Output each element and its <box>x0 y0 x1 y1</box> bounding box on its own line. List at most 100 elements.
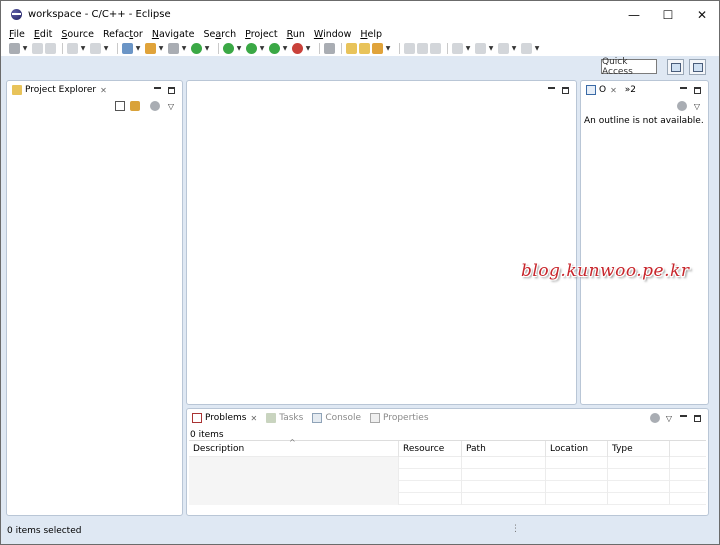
run-icon[interactable] <box>246 43 257 54</box>
menu-window-label: indow <box>323 29 352 40</box>
pen-icon[interactable] <box>372 43 383 54</box>
forward-dropdown-icon[interactable]: ▼ <box>534 43 540 54</box>
run-dropdown-icon[interactable]: ▼ <box>259 43 265 54</box>
forward-icon[interactable] <box>521 43 532 54</box>
external-tools-dropdown-icon[interactable]: ▼ <box>305 43 311 54</box>
filters-button[interactable] <box>648 412 662 424</box>
close-button[interactable]: ✕ <box>685 1 719 28</box>
back-icon[interactable] <box>498 43 509 54</box>
menu-file[interactable]: File <box>9 29 25 40</box>
maximize-icon <box>167 86 175 94</box>
menu-refactor[interactable]: Refactor <box>103 29 143 40</box>
new-project-dropdown-icon[interactable]: ▼ <box>135 43 141 54</box>
menu-project[interactable]: Project <box>245 29 278 40</box>
link-with-editor-icon[interactable] <box>130 101 140 111</box>
open-perspective-button[interactable] <box>667 59 684 75</box>
minimize-button[interactable]: — <box>617 1 651 28</box>
save-icon[interactable] <box>32 43 43 54</box>
run-config-icon[interactable] <box>269 43 280 54</box>
maximize-button[interactable]: ☐ <box>651 1 685 28</box>
column-resource[interactable]: Resource <box>399 441 462 457</box>
menu-source-label: ource <box>67 29 94 40</box>
tab-project-explorer[interactable]: Project Explorer ✕ <box>7 81 111 99</box>
minimize-pane-button[interactable] <box>676 412 690 424</box>
hammer-dropdown-icon[interactable]: ▼ <box>103 43 109 54</box>
view-menu-button[interactable]: ▽ <box>662 412 676 424</box>
menu-search[interactable]: Search <box>203 29 236 40</box>
filters-icon[interactable] <box>677 101 687 111</box>
new-folder-dropdown-icon[interactable]: ▼ <box>158 43 164 54</box>
column-type[interactable]: Type <box>608 441 670 457</box>
tab-properties[interactable]: Properties <box>365 409 432 427</box>
bottom-panel-header: Problems ✕ Tasks Console Properties ▽ <box>187 409 708 427</box>
toolbar-separator <box>399 43 400 54</box>
menu-edit[interactable]: Edit <box>34 29 52 40</box>
status-bar: 0 items selected ⋮ <box>1 517 719 544</box>
collapse-all-icon[interactable] <box>115 101 125 111</box>
column-location[interactable]: Location <box>546 441 608 457</box>
tab-overflow[interactable]: »2 <box>621 81 640 99</box>
prev-annotation-icon[interactable] <box>475 43 486 54</box>
properties-label: Properties <box>383 413 429 423</box>
refresh-dropdown-icon[interactable]: ▼ <box>204 43 210 54</box>
view-menu-icon[interactable]: ▽ <box>692 101 702 111</box>
view-menu-icon[interactable]: ▽ <box>166 101 176 111</box>
project-explorer-controls <box>150 84 178 96</box>
show-whitespace-icon[interactable] <box>417 43 428 54</box>
menu-window[interactable]: Window <box>314 29 351 40</box>
new-class-dropdown-icon[interactable]: ▼ <box>181 43 187 54</box>
back-dropdown-icon[interactable]: ▼ <box>511 43 517 54</box>
new-file-icon[interactable] <box>9 43 20 54</box>
open-element-icon[interactable] <box>359 43 370 54</box>
menu-bar: File Edit Source Refactor Navigate Searc… <box>1 28 719 41</box>
column-description[interactable]: ^ Description <box>189 438 399 457</box>
minimize-pane-button[interactable] <box>150 84 164 96</box>
new-folder-icon[interactable] <box>145 43 156 54</box>
minimize-editor-button[interactable] <box>544 84 558 96</box>
debug-dropdown-icon[interactable]: ▼ <box>236 43 242 54</box>
hammer-build-icon[interactable] <box>90 43 101 54</box>
run-config-dropdown-icon[interactable]: ▼ <box>282 43 288 54</box>
refresh-icon[interactable] <box>191 43 202 54</box>
tab-console[interactable]: Console <box>307 409 365 427</box>
close-tab-icon[interactable]: ✕ <box>250 414 257 423</box>
new-dropdown-icon[interactable]: ▼ <box>22 43 28 54</box>
tab-outline[interactable]: O ✕ <box>581 81 621 99</box>
build-settings-icon[interactable] <box>67 43 78 54</box>
close-tab-icon[interactable]: ✕ <box>100 86 107 95</box>
open-type-icon[interactable] <box>346 43 357 54</box>
filters-icon[interactable] <box>150 101 160 111</box>
menu-source[interactable]: Source <box>61 29 94 40</box>
menu-navigate[interactable]: Navigate <box>152 29 195 40</box>
debug-icon[interactable] <box>223 43 234 54</box>
maximize-pane-button[interactable] <box>690 84 704 96</box>
next-annotation-icon[interactable] <box>452 43 463 54</box>
external-tools-icon[interactable] <box>292 43 303 54</box>
build-dropdown-icon[interactable]: ▼ <box>80 43 86 54</box>
tasks-label: Tasks <box>279 413 304 423</box>
menu-help[interactable]: Help <box>360 29 382 40</box>
paragraph-icon[interactable] <box>430 43 441 54</box>
maximize-pane-button[interactable] <box>164 84 178 96</box>
tab-tasks[interactable]: Tasks <box>261 409 307 427</box>
column-path[interactable]: Path <box>462 441 546 457</box>
pen-dropdown-icon[interactable]: ▼ <box>385 43 391 54</box>
minimize-pane-button[interactable] <box>676 84 690 96</box>
status-grip-icon: ⋮ <box>511 524 520 534</box>
toggle-mark-icon[interactable] <box>404 43 415 54</box>
tab-problems[interactable]: Problems ✕ <box>187 409 261 427</box>
maximize-pane-button[interactable] <box>690 412 704 424</box>
quick-access-field[interactable]: Quick Access <box>601 57 657 77</box>
new-project-icon[interactable] <box>122 43 133 54</box>
prev-annotation-dropdown-icon[interactable]: ▼ <box>488 43 494 54</box>
save-all-icon[interactable] <box>45 43 56 54</box>
editor-area[interactable] <box>186 80 577 405</box>
new-class-icon[interactable] <box>168 43 179 54</box>
maximize-editor-button[interactable] <box>558 84 572 96</box>
cpp-perspective-button[interactable] <box>689 59 706 75</box>
eclipse-window: workspace - C/C++ - Eclipse — ☐ ✕ File E… <box>0 0 720 545</box>
next-annotation-dropdown-icon[interactable]: ▼ <box>465 43 471 54</box>
close-tab-icon[interactable]: ✕ <box>610 86 617 95</box>
menu-run[interactable]: Run <box>287 29 305 40</box>
search-icon[interactable] <box>324 43 335 54</box>
